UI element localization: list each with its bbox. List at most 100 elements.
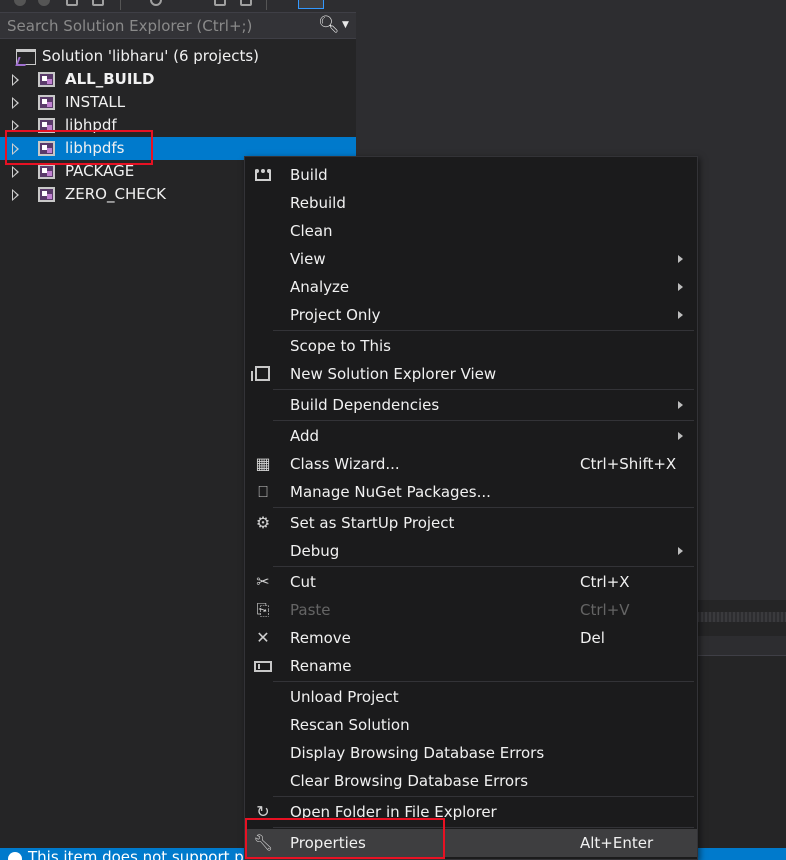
menu-item-label: Rebuild bbox=[290, 194, 346, 212]
menu-separator bbox=[273, 796, 694, 797]
tree-item-label: PACKAGE bbox=[65, 162, 135, 180]
menu-item-properties[interactable]: 🔧︎ Properties Alt+Enter bbox=[245, 829, 697, 857]
info-icon bbox=[8, 852, 22, 860]
project-icon bbox=[38, 141, 55, 156]
rename-icon bbox=[253, 657, 273, 675]
menu-item-label: Properties bbox=[290, 834, 366, 852]
forward-icon[interactable] bbox=[38, 0, 50, 6]
collapse-all-icon[interactable] bbox=[214, 0, 226, 6]
submenu-arrow-icon bbox=[678, 311, 683, 319]
menu-item-label: Build bbox=[290, 166, 328, 184]
scissors-icon: ✂ bbox=[256, 572, 270, 591]
paste-icon: ⎘ bbox=[256, 600, 270, 619]
menu-item-shortcut: Ctrl+Shift+X bbox=[580, 455, 677, 473]
preview-selected-items-button[interactable] bbox=[298, 0, 324, 9]
menu-item-new-solution-explorer-view[interactable]: New Solution Explorer View bbox=[245, 360, 697, 388]
nuget-icon: ⎕ bbox=[258, 482, 268, 501]
tree-item-libhpdf[interactable]: libhpdf bbox=[0, 114, 356, 137]
project-icon bbox=[38, 164, 55, 179]
panel-grip[interactable] bbox=[697, 612, 786, 622]
switch-views-icon[interactable] bbox=[92, 0, 104, 6]
gear-icon: ⚙ bbox=[255, 513, 271, 532]
menu-item-label: Manage NuGet Packages... bbox=[290, 483, 491, 501]
menu-item-add[interactable]: Add bbox=[245, 422, 697, 450]
menu-item-shortcut: Alt+Enter bbox=[580, 834, 654, 852]
back-icon[interactable] bbox=[14, 0, 26, 6]
tree-item-label: ALL_BUILD bbox=[65, 70, 155, 88]
menu-item-shortcut: Ctrl+V bbox=[580, 601, 630, 619]
refresh-icon: ↻ bbox=[256, 802, 270, 821]
menu-item-rescan-solution[interactable]: Rescan Solution bbox=[245, 711, 697, 739]
menu-item-label: Paste bbox=[290, 601, 331, 619]
chevron-down-icon[interactable]: ▼ bbox=[342, 14, 349, 37]
menu-item-label: Class Wizard... bbox=[290, 455, 400, 473]
menu-separator bbox=[273, 420, 694, 421]
menu-item-manage-nuget[interactable]: ⎕ Manage NuGet Packages... bbox=[245, 478, 697, 506]
sync-icon[interactable] bbox=[150, 0, 162, 6]
expand-arrow-icon[interactable] bbox=[12, 166, 19, 178]
menu-item-label: Display Browsing Database Errors bbox=[290, 744, 545, 762]
menu-item-paste: ⎘ Paste Ctrl+V bbox=[245, 596, 697, 624]
menu-item-class-wizard[interactable]: ▦ Class Wizard... Ctrl+Shift+X bbox=[245, 450, 697, 478]
project-icon bbox=[38, 187, 55, 202]
menu-item-display-browsing-db-errors[interactable]: Display Browsing Database Errors bbox=[245, 739, 697, 767]
tree-item-label: libhpdf bbox=[65, 116, 117, 134]
tree-item-label: libhpdfs bbox=[65, 139, 125, 157]
search-input[interactable] bbox=[0, 13, 310, 38]
build-icon bbox=[253, 166, 273, 184]
expand-arrow-icon[interactable] bbox=[12, 120, 19, 132]
menu-separator bbox=[273, 566, 694, 567]
toolbar-divider bbox=[120, 0, 121, 10]
solution-node[interactable]: Solution 'libharu' (6 projects) bbox=[0, 45, 356, 68]
menu-item-label: Open Folder in File Explorer bbox=[290, 803, 497, 821]
menu-separator bbox=[273, 330, 694, 331]
project-icon bbox=[38, 72, 55, 87]
menu-item-shortcut: Ctrl+X bbox=[580, 573, 630, 591]
menu-separator bbox=[273, 389, 694, 390]
menu-item-label: Analyze bbox=[290, 278, 350, 296]
menu-item-clear-browsing-db-errors[interactable]: Clear Browsing Database Errors bbox=[245, 767, 697, 795]
menu-item-project-only[interactable]: Project Only bbox=[245, 301, 697, 329]
tree-item-label: INSTALL bbox=[65, 93, 126, 111]
tree-item-all-build[interactable]: ALL_BUILD bbox=[0, 68, 356, 91]
expand-arrow-icon[interactable] bbox=[12, 97, 19, 109]
solution-explorer-toolbar bbox=[0, 0, 356, 12]
menu-item-view[interactable]: View bbox=[245, 245, 697, 273]
menu-item-set-startup-project[interactable]: ⚙ Set as StartUp Project bbox=[245, 509, 697, 537]
project-icon bbox=[38, 118, 55, 133]
expand-arrow-icon[interactable] bbox=[12, 74, 19, 86]
menu-item-label: Rename bbox=[290, 657, 352, 675]
menu-item-unload-project[interactable]: Unload Project bbox=[245, 683, 697, 711]
menu-item-rename[interactable]: Rename bbox=[245, 652, 697, 680]
search-box: 🔍︎▼ bbox=[0, 12, 356, 39]
solution-label: Solution 'libharu' (6 projects) bbox=[42, 47, 260, 65]
menu-separator bbox=[273, 827, 694, 828]
search-icon[interactable]: 🔍︎ ▼ bbox=[318, 14, 352, 37]
menu-item-analyze[interactable]: Analyze bbox=[245, 273, 697, 301]
menu-item-cut[interactable]: ✂ Cut Ctrl+X bbox=[245, 568, 697, 596]
remove-icon: ✕ bbox=[256, 628, 270, 647]
submenu-arrow-icon bbox=[678, 283, 683, 291]
show-all-files-icon[interactable] bbox=[240, 0, 252, 6]
menu-item-open-folder[interactable]: ↻ Open Folder in File Explorer bbox=[245, 798, 697, 826]
menu-item-label: Clear Browsing Database Errors bbox=[290, 772, 529, 790]
menu-item-rebuild[interactable]: Rebuild bbox=[245, 189, 697, 217]
menu-item-build-dependencies[interactable]: Build Dependencies bbox=[245, 391, 697, 419]
menu-item-label: Scope to This bbox=[290, 337, 391, 355]
menu-item-clean[interactable]: Clean bbox=[245, 217, 697, 245]
home-icon[interactable] bbox=[66, 0, 78, 6]
menu-item-label: Rescan Solution bbox=[290, 716, 410, 734]
menu-item-remove[interactable]: ✕ Remove Del bbox=[245, 624, 697, 652]
menu-item-label: Debug bbox=[290, 542, 340, 560]
class-wizard-icon: ▦ bbox=[255, 454, 271, 473]
tree-item-install[interactable]: INSTALL bbox=[0, 91, 356, 114]
menu-item-debug[interactable]: Debug bbox=[245, 537, 697, 565]
solution-icon bbox=[16, 49, 36, 65]
menu-item-build[interactable]: Build bbox=[245, 161, 697, 189]
expand-arrow-icon[interactable] bbox=[12, 143, 19, 155]
wrench-icon: 🔧︎ bbox=[253, 833, 274, 852]
menu-item-label: Unload Project bbox=[290, 688, 399, 706]
expand-arrow-icon[interactable] bbox=[12, 189, 19, 201]
toolbar-divider bbox=[266, 0, 267, 10]
menu-item-scope-to-this[interactable]: Scope to This bbox=[245, 332, 697, 360]
